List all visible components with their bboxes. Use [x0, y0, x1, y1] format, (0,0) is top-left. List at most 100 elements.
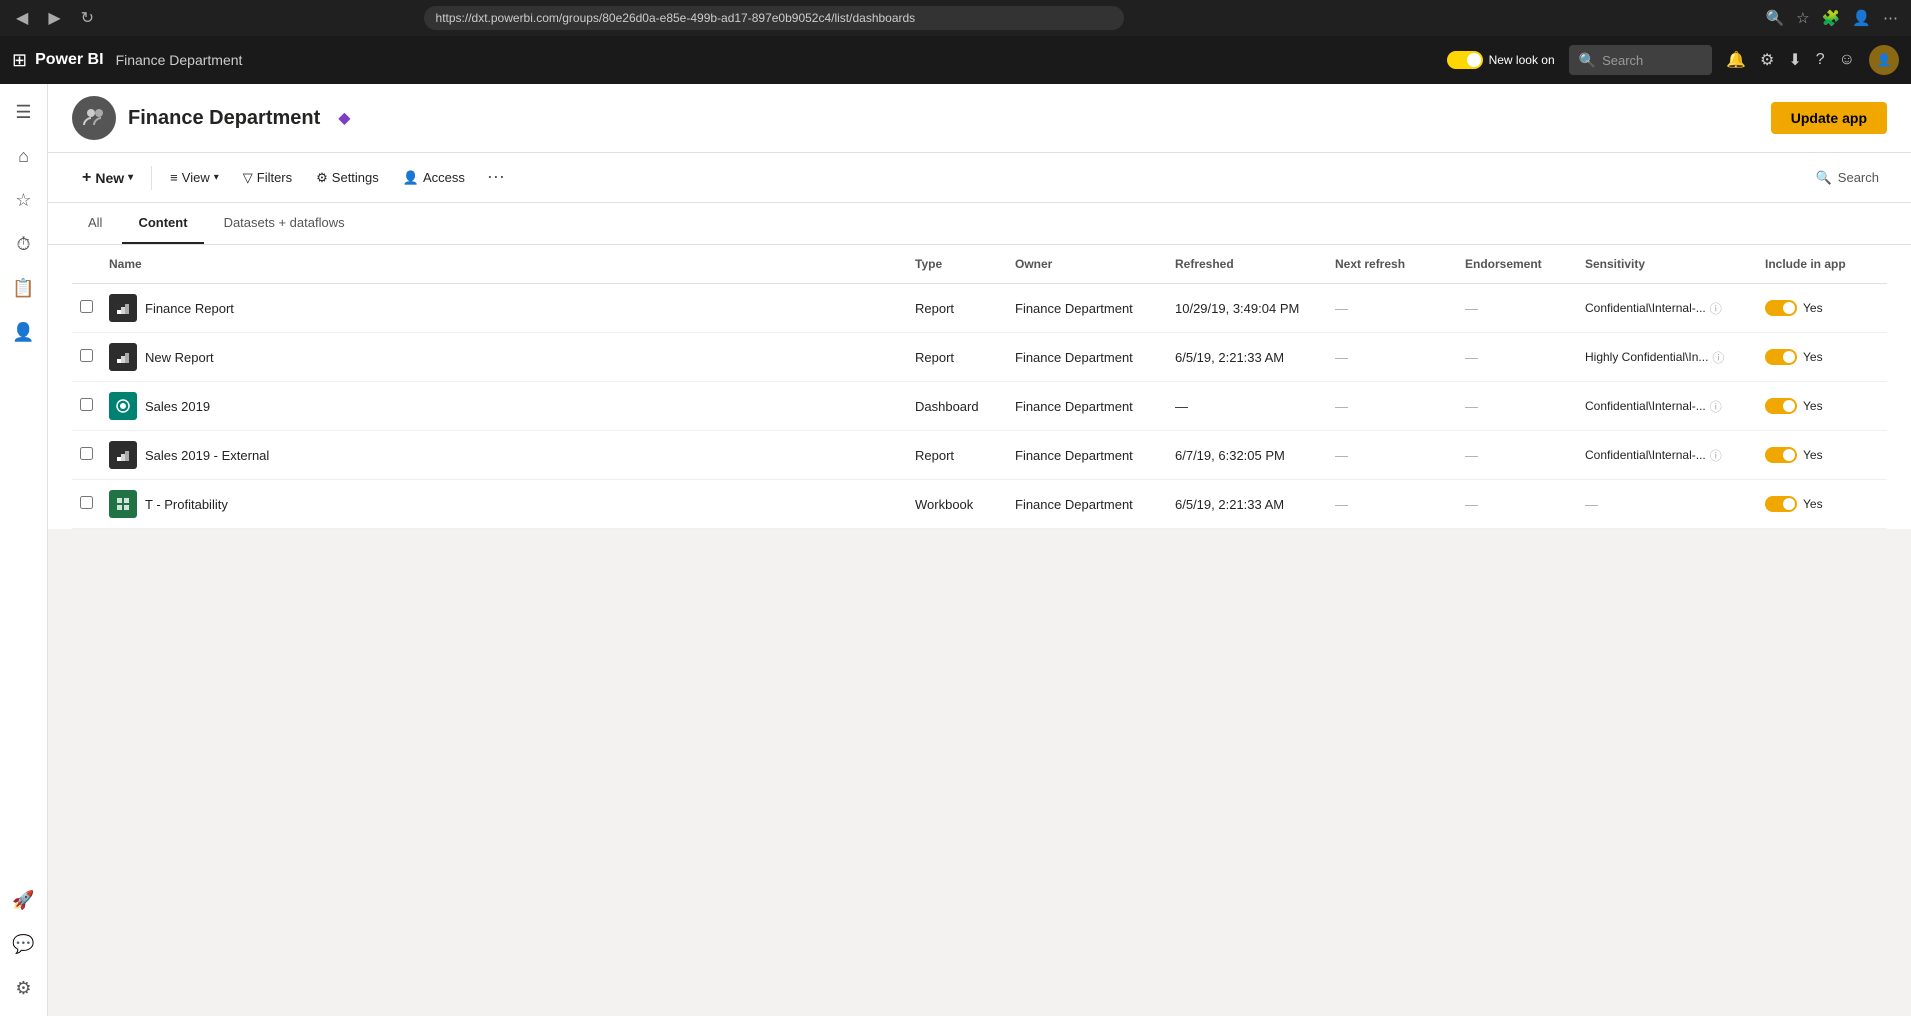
more-options-button[interactable]: ⋯: [479, 161, 513, 194]
row-checkbox[interactable]: [72, 284, 101, 333]
row-name-cell: T - Profitability: [101, 480, 907, 529]
extension-icon[interactable]: 🧩: [1819, 6, 1844, 30]
sidebar-menu-icon[interactable]: ☰: [4, 92, 44, 132]
page-header: Finance Department ◆ Update app: [48, 84, 1911, 153]
item-name[interactable]: Sales 2019 - External: [145, 448, 269, 463]
grid-icon[interactable]: ⊞: [12, 50, 27, 71]
row-owner: Finance Department: [1007, 333, 1167, 382]
checkbox-input[interactable]: [80, 349, 93, 362]
sidebar-apps-icon[interactable]: 📋: [4, 268, 44, 308]
help-icon[interactable]: ?: [1816, 51, 1825, 69]
row-next-refresh: —: [1327, 480, 1457, 529]
col-header-sensitivity[interactable]: Sensitivity: [1577, 245, 1757, 284]
col-header-type[interactable]: Type: [907, 245, 1007, 284]
include-toggle[interactable]: [1765, 349, 1797, 365]
row-checkbox[interactable]: [72, 382, 101, 431]
new-look-switch[interactable]: [1447, 51, 1483, 69]
url-bar[interactable]: https://dxt.powerbi.com/groups/80e26d0a-…: [424, 6, 1124, 30]
forward-button[interactable]: ▶: [42, 4, 66, 32]
col-header-owner[interactable]: Owner: [1007, 245, 1167, 284]
col-header-refreshed[interactable]: Refreshed: [1167, 245, 1327, 284]
row-include: Yes: [1757, 480, 1887, 529]
search-button[interactable]: 🔍 Search: [1808, 164, 1887, 192]
new-look-toggle[interactable]: New look on: [1447, 51, 1555, 69]
info-icon[interactable]: ⓘ: [1712, 349, 1724, 366]
sidebar-learn-icon[interactable]: ⚙: [4, 968, 44, 1008]
tab-datasets[interactable]: Datasets + dataflows: [208, 203, 361, 244]
item-name[interactable]: Finance Report: [145, 301, 234, 316]
tab-content[interactable]: Content: [122, 203, 203, 244]
tab-all[interactable]: All: [72, 203, 118, 244]
topnav-workspace-name: Finance Department: [116, 52, 243, 68]
settings-icon[interactable]: ⚙: [1760, 50, 1774, 70]
checkbox-input[interactable]: [80, 447, 93, 460]
notification-icon[interactable]: 🔔: [1726, 50, 1746, 70]
tabs-area: All Content Datasets + dataflows: [48, 203, 1911, 245]
row-checkbox[interactable]: [72, 333, 101, 382]
col-header-name[interactable]: Name: [101, 245, 907, 284]
row-type: Dashboard: [907, 382, 1007, 431]
include-toggle[interactable]: [1765, 398, 1797, 414]
sidebar-shared-icon[interactable]: 👤: [4, 312, 44, 352]
settings-button[interactable]: ⚙ Settings: [306, 164, 389, 192]
include-toggle[interactable]: [1765, 447, 1797, 463]
checkbox-input[interactable]: [80, 496, 93, 509]
row-next-refresh: —: [1327, 431, 1457, 480]
info-icon[interactable]: ⓘ: [1710, 300, 1722, 317]
include-toggle[interactable]: [1765, 496, 1797, 512]
item-name[interactable]: Sales 2019: [145, 399, 210, 414]
star-icon[interactable]: ☆: [1793, 6, 1812, 30]
include-toggle[interactable]: [1765, 300, 1797, 316]
row-checkbox[interactable]: [72, 480, 101, 529]
new-button[interactable]: + New ▾: [72, 163, 143, 193]
info-icon[interactable]: ⓘ: [1710, 447, 1722, 464]
feedback-icon[interactable]: ☺: [1839, 51, 1855, 69]
access-button[interactable]: 👤 Access: [393, 164, 475, 192]
sidebar-favorites-icon[interactable]: ☆: [4, 180, 44, 220]
row-sensitivity: —: [1577, 480, 1757, 529]
checkbox-input[interactable]: [80, 300, 93, 313]
name-cell-content: New Report: [109, 343, 899, 371]
browser-actions: 🔍 ☆ 🧩 👤 ⋯: [1762, 6, 1901, 30]
filters-label: Filters: [257, 170, 292, 185]
row-refreshed: 10/29/19, 3:49:04 PM: [1167, 284, 1327, 333]
new-chevron-icon: ▾: [128, 172, 133, 183]
user-avatar[interactable]: 👤: [1869, 45, 1899, 75]
sensitivity-cell-content: —: [1585, 497, 1749, 512]
row-checkbox[interactable]: [72, 431, 101, 480]
topnav-search[interactable]: 🔍: [1569, 45, 1712, 75]
col-header-next-refresh[interactable]: Next refresh: [1327, 245, 1457, 284]
info-icon[interactable]: ⓘ: [1710, 398, 1722, 415]
search-input[interactable]: [1602, 53, 1702, 68]
row-name-cell: Finance Report: [101, 284, 907, 333]
sidebar-chat-icon[interactable]: 💬: [4, 924, 44, 964]
update-app-button[interactable]: Update app: [1771, 102, 1887, 134]
toggle-yes-cell: Yes: [1765, 300, 1879, 316]
row-include: Yes: [1757, 431, 1887, 480]
row-endorsement: —: [1457, 333, 1577, 382]
col-header-endorsement[interactable]: Endorsement: [1457, 245, 1577, 284]
view-button[interactable]: ≡ View ▾: [160, 164, 229, 191]
item-name[interactable]: New Report: [145, 350, 214, 365]
checkbox-input[interactable]: [80, 398, 93, 411]
filters-button[interactable]: ▽ Filters: [233, 164, 302, 192]
item-name[interactable]: T - Profitability: [145, 497, 228, 512]
table-row: Sales 2019 - External Report Finance Dep…: [72, 431, 1887, 480]
workspace-title: Finance Department: [128, 107, 320, 130]
download-icon[interactable]: ⬇: [1788, 50, 1801, 70]
item-icon: [109, 490, 137, 518]
row-type: Workbook: [907, 480, 1007, 529]
pbi-logo: ⊞ Power BI: [12, 50, 104, 71]
profile-icon[interactable]: 👤: [1849, 6, 1874, 30]
sensitivity-cell-content: Confidential\Internal-...ⓘ: [1585, 300, 1749, 317]
back-button[interactable]: ◀: [10, 4, 34, 32]
zoom-icon[interactable]: 🔍: [1762, 6, 1787, 30]
row-name-cell: Sales 2019 - External: [101, 431, 907, 480]
refresh-button[interactable]: ↻: [75, 4, 100, 32]
sidebar-home-icon[interactable]: ⌂: [4, 136, 44, 176]
more-icon[interactable]: ⋯: [1880, 6, 1901, 30]
col-header-include[interactable]: Include in app: [1757, 245, 1887, 284]
sidebar-workspace-icon[interactable]: 🚀: [4, 880, 44, 920]
sidebar-recent-icon[interactable]: ⏱: [4, 224, 44, 264]
name-cell-content: Sales 2019 - External: [109, 441, 899, 469]
